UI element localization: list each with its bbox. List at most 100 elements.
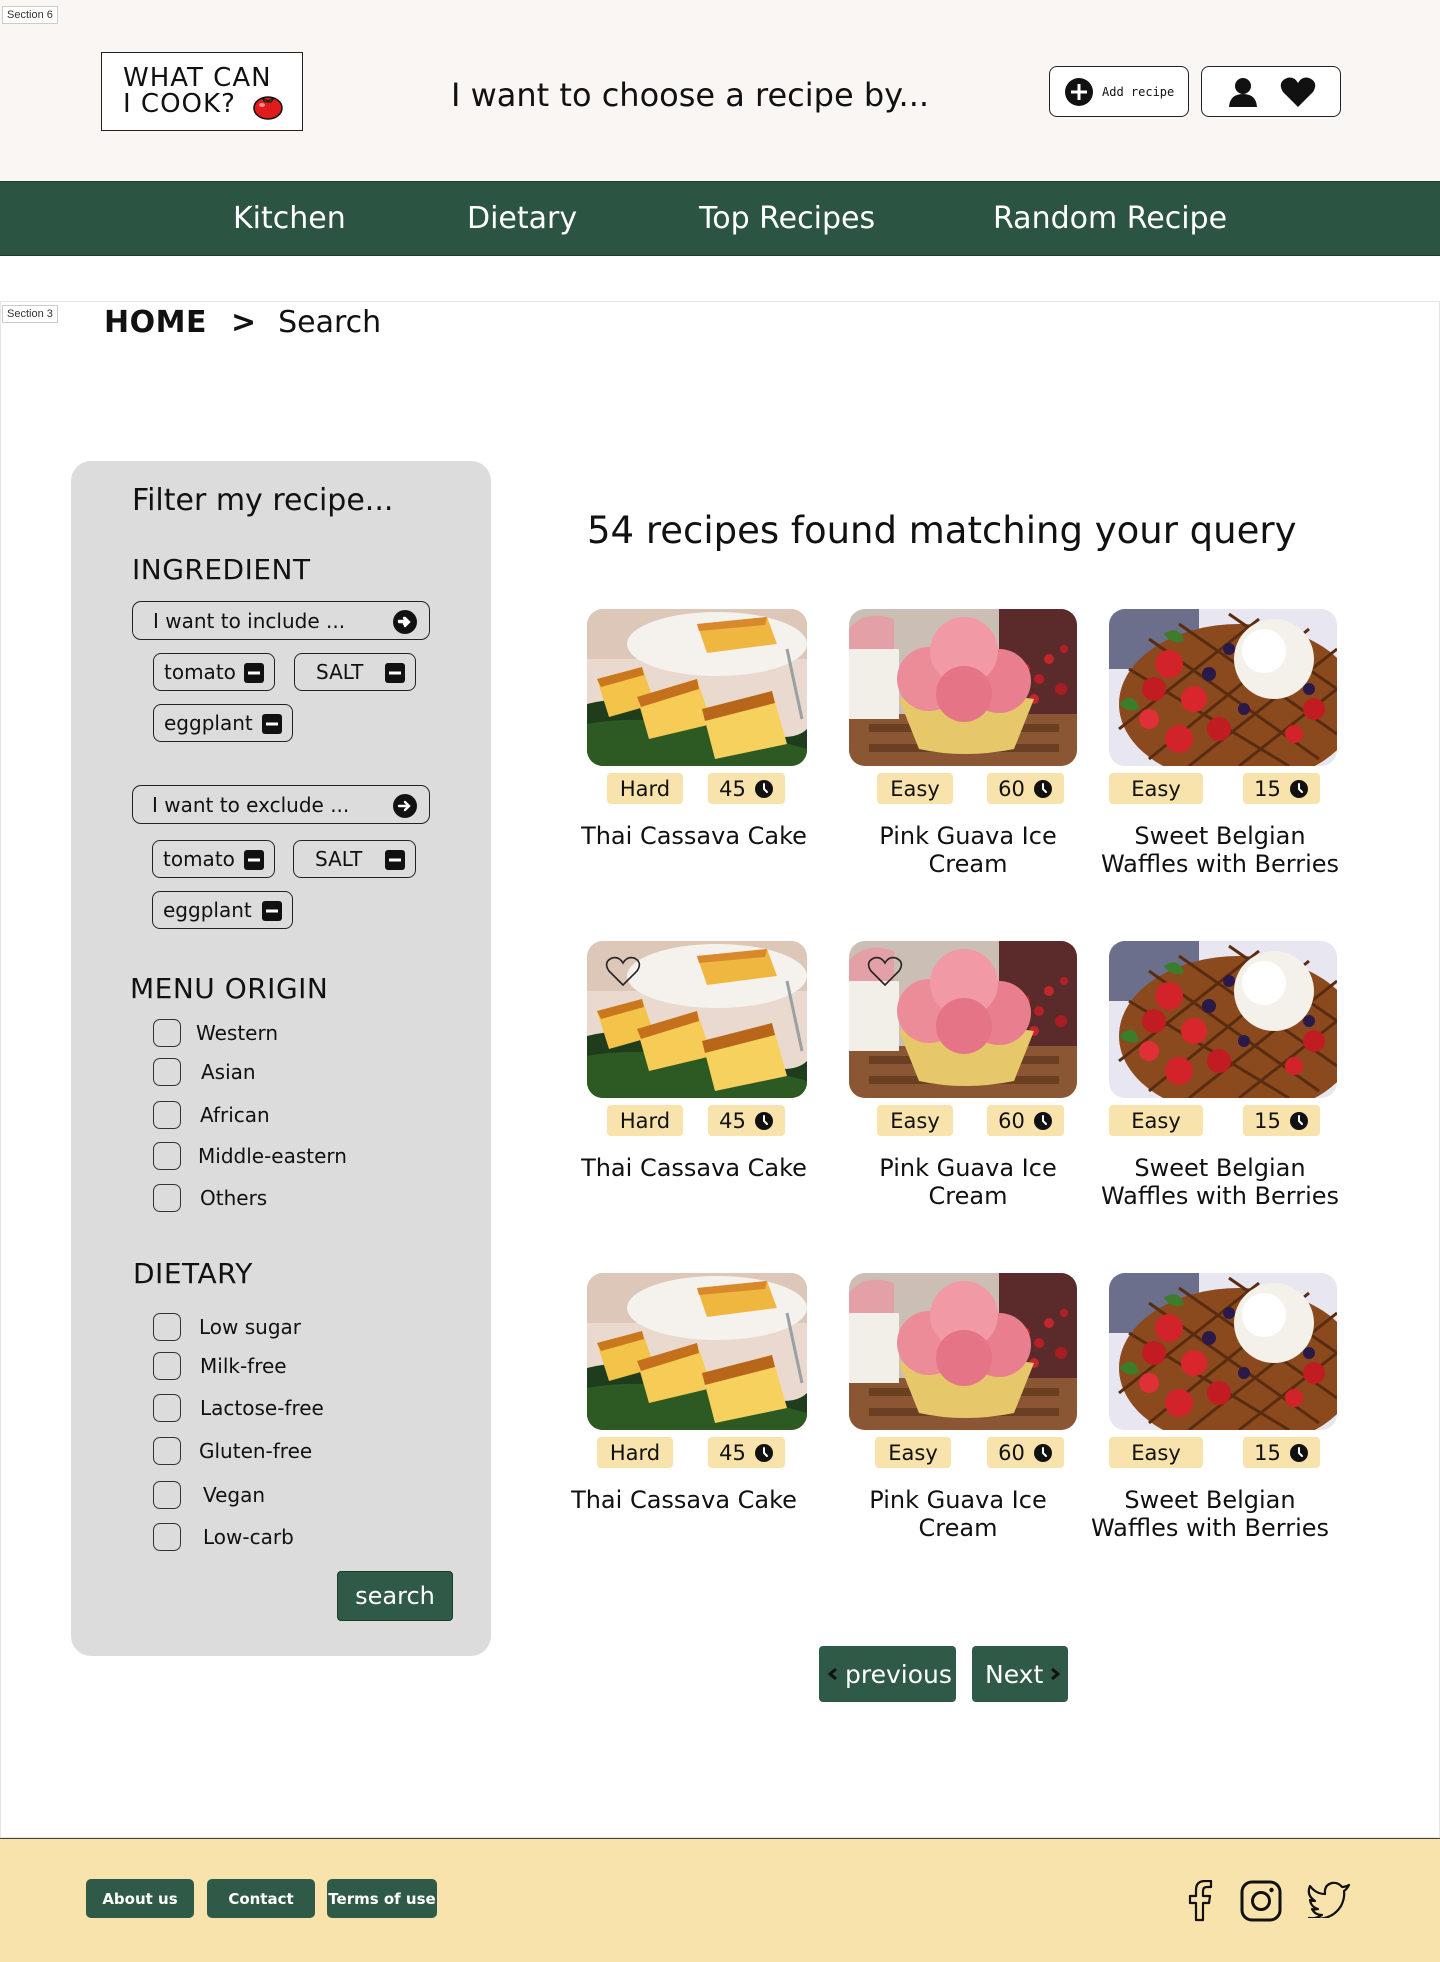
footer-link-terms[interactable]: Terms of use xyxy=(327,1879,437,1918)
recipe-image[interactable] xyxy=(849,609,1077,766)
minus-square-icon[interactable] xyxy=(244,663,264,683)
recipe-image[interactable] xyxy=(1109,941,1337,1098)
minus-square-icon[interactable] xyxy=(385,663,405,683)
minus-square-icon[interactable] xyxy=(262,714,282,734)
clock-icon xyxy=(1289,1443,1308,1462)
recipe-title[interactable]: Thai Cassava Cake xyxy=(564,822,824,850)
footer-link-contact[interactable]: Contact xyxy=(207,1879,315,1918)
recipe-title[interactable]: Sweet Belgian Waffles with Berries xyxy=(1080,1486,1340,1542)
nav-item-dietary[interactable]: Dietary xyxy=(467,201,577,236)
origin-option-western[interactable]: Western xyxy=(153,1019,278,1047)
include-ingredient-input[interactable]: I want to include ... xyxy=(132,601,430,640)
instagram-icon[interactable] xyxy=(1240,1880,1282,1922)
breadcrumb-separator: > xyxy=(230,305,257,340)
time-value: 15 xyxy=(1254,1108,1281,1133)
recipe-title[interactable]: Pink Guava Ice Cream xyxy=(838,822,1098,878)
recipe-title[interactable]: Thai Cassava Cake xyxy=(554,1486,814,1514)
ingredient-heading: INGREDIENT xyxy=(132,553,311,586)
recipe-image[interactable] xyxy=(1109,1273,1337,1430)
origin-option-middle-eastern[interactable]: Middle-eastern xyxy=(153,1142,347,1170)
recipe-title-line: Sweet Belgian xyxy=(1134,1154,1306,1182)
arrow-right-circle-icon[interactable] xyxy=(393,610,417,634)
time-badge: 60 xyxy=(987,1437,1064,1468)
time-value: 15 xyxy=(1254,1440,1281,1465)
nav-item-random-recipe[interactable]: Random Recipe xyxy=(993,201,1227,236)
difficulty-badge: Hard xyxy=(607,1105,683,1136)
arrow-right-circle-icon[interactable] xyxy=(393,794,417,818)
site-footer: About us Contact Terms of use xyxy=(0,1838,1440,1962)
include-chip: tomato xyxy=(153,653,275,691)
time-badge: 15 xyxy=(1243,773,1320,804)
add-recipe-button[interactable]: Add recipe xyxy=(1049,66,1189,117)
minus-square-icon[interactable] xyxy=(262,901,282,921)
page-tagline: I want to choose a recipe by... xyxy=(451,76,930,114)
dietary-option-lactose-free[interactable]: Lactose-free xyxy=(153,1394,324,1422)
site-logo[interactable]: WHAT CAN I COOK? xyxy=(101,52,303,131)
recipe-image[interactable] xyxy=(849,1273,1077,1430)
time-value: 45 xyxy=(719,1108,746,1133)
twitter-icon[interactable] xyxy=(1307,1880,1351,1918)
facebook-icon[interactable] xyxy=(1183,1880,1217,1922)
checkbox[interactable] xyxy=(153,1058,181,1086)
difficulty-badge: Easy xyxy=(1109,773,1203,804)
recipe-title-line: Waffles with Berries xyxy=(1100,1182,1340,1210)
section-label: Section 6 xyxy=(2,6,58,24)
minus-square-icon[interactable] xyxy=(385,850,405,870)
dietary-option-gluten-free[interactable]: Gluten-free xyxy=(153,1437,312,1465)
dietary-option-low-sugar[interactable]: Low sugar xyxy=(153,1313,301,1341)
recipe-title[interactable]: Sweet Belgian Waffles with Berries xyxy=(1090,822,1350,878)
recipe-title[interactable]: Sweet Belgian Waffles with Berries xyxy=(1090,1154,1350,1210)
option-label: Low sugar xyxy=(199,1315,302,1339)
chevron-right-icon xyxy=(1051,1667,1061,1681)
breadcrumb-current: Search xyxy=(278,305,382,340)
exclude-chip: eggplant xyxy=(152,891,293,929)
recipe-title-line: Waffles with Berries xyxy=(1100,850,1340,878)
checkbox[interactable] xyxy=(153,1481,181,1509)
dietary-option-milk-free[interactable]: Milk-free xyxy=(153,1352,287,1380)
previous-button[interactable]: previous xyxy=(819,1646,956,1702)
nav-item-kitchen[interactable]: Kitchen xyxy=(233,201,346,236)
recipe-image[interactable] xyxy=(1109,609,1337,766)
difficulty-badge: Easy xyxy=(875,1437,951,1468)
recipe-title[interactable]: Pink Guava Ice Cream xyxy=(828,1486,1088,1542)
footer-link-about[interactable]: About us xyxy=(86,1879,194,1918)
heart-icon[interactable] xyxy=(1280,76,1316,108)
origin-option-asian[interactable]: Asian xyxy=(153,1058,256,1086)
checkbox[interactable] xyxy=(153,1523,181,1551)
favorite-heart-icon[interactable] xyxy=(867,955,903,991)
checkbox[interactable] xyxy=(153,1184,181,1212)
option-label: Lactose-free xyxy=(200,1396,324,1420)
checkbox[interactable] xyxy=(153,1142,181,1170)
search-button[interactable]: search xyxy=(337,1571,453,1621)
time-value: 45 xyxy=(719,776,746,801)
clock-icon xyxy=(1033,1443,1052,1462)
checkbox[interactable] xyxy=(153,1019,181,1047)
recipe-image[interactable] xyxy=(587,609,807,766)
recipe-image[interactable] xyxy=(587,1273,807,1430)
origin-option-african[interactable]: African xyxy=(153,1101,270,1129)
time-value: 45 xyxy=(719,1440,746,1465)
breadcrumb-home[interactable]: HOME xyxy=(104,305,207,340)
checkbox[interactable] xyxy=(153,1352,181,1380)
exclude-ingredient-input[interactable]: I want to exclude ... xyxy=(132,785,430,824)
chip-label: tomato xyxy=(164,660,236,684)
minus-square-icon[interactable] xyxy=(244,850,264,870)
checkbox[interactable] xyxy=(153,1101,181,1129)
clock-icon xyxy=(754,1111,773,1130)
recipe-title[interactable]: Thai Cassava Cake xyxy=(564,1154,824,1182)
time-badge: 60 xyxy=(987,1105,1064,1136)
dietary-option-vegan[interactable]: Vegan xyxy=(153,1481,265,1509)
dietary-option-low-carb[interactable]: Low-carb xyxy=(153,1523,294,1551)
checkbox[interactable] xyxy=(153,1394,181,1422)
nav-item-top-recipes[interactable]: Top Recipes xyxy=(699,201,875,236)
recipe-title[interactable]: Pink Guava Ice Cream xyxy=(838,1154,1098,1210)
time-badge: 60 xyxy=(987,773,1064,804)
favorite-heart-icon[interactable] xyxy=(605,955,641,991)
next-button[interactable]: Next xyxy=(972,1646,1068,1702)
user-icon[interactable] xyxy=(1226,75,1260,109)
results-count: 54 recipes found matching your query xyxy=(587,509,1297,552)
origin-option-others[interactable]: Others xyxy=(153,1184,267,1212)
checkbox[interactable] xyxy=(153,1437,181,1465)
checkbox[interactable] xyxy=(153,1313,181,1341)
recipe-title-line: Sweet Belgian xyxy=(1124,1486,1296,1514)
